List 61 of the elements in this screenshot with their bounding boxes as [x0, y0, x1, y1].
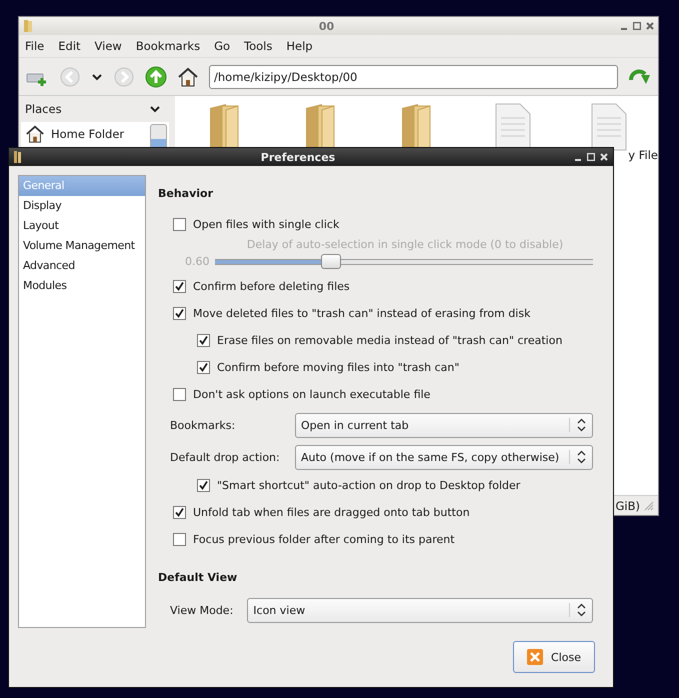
- document-icon[interactable]: [590, 102, 628, 152]
- checkbox-label[interactable]: Erase files on removable media instead of "trash can" creation: [217, 334, 562, 347]
- field-label: Default drop action:: [170, 450, 281, 464]
- checkbox-label[interactable]: Open files with single click: [193, 218, 340, 231]
- category-item[interactable]: Display: [19, 196, 145, 216]
- section-heading: Behavior: [158, 187, 214, 202]
- slider-caption: Delay of auto-selection in single click mode (0 to disable): [246, 238, 564, 251]
- up-down-arrows-icon: [569, 450, 586, 464]
- menu-item[interactable]: Help: [286, 39, 313, 53]
- file-name: y File: [628, 148, 658, 162]
- dropdown[interactable]: Auto (move if on the same FS, copy otherwise): [295, 444, 593, 470]
- caret-icon[interactable]: [149, 104, 161, 114]
- window-title: 00: [318, 20, 336, 32]
- status-text: GiB): [616, 498, 640, 512]
- menu-item[interactable]: Tools: [244, 39, 272, 53]
- category-item[interactable]: Volume Management: [19, 236, 145, 256]
- menu-item[interactable]: View: [94, 39, 122, 53]
- close-icon[interactable]: [646, 22, 654, 30]
- checkbox[interactable]: [173, 533, 186, 546]
- resize-grip-icon[interactable]: [644, 500, 654, 510]
- field-label: View Mode:: [170, 604, 234, 616]
- window-app-icon: [23, 19, 33, 33]
- close-button[interactable]: Close: [513, 641, 595, 673]
- home-icon[interactable]: [177, 66, 199, 88]
- checkbox[interactable]: [173, 307, 186, 320]
- checkbox-label[interactable]: Unfold tab when files are dragged onto tab button: [193, 506, 470, 519]
- slider-value: 0.60: [185, 255, 210, 268]
- category-item[interactable]: Modules: [19, 276, 145, 296]
- dropdown[interactable]: Icon view: [247, 598, 593, 622]
- checkbox[interactable]: [173, 218, 186, 231]
- checkbox[interactable]: [173, 388, 186, 401]
- checkbox-label[interactable]: Confirm before moving files into "trash can": [217, 361, 460, 374]
- places-title: Places: [25, 102, 62, 116]
- checkbox[interactable]: [197, 361, 210, 374]
- checkbox[interactable]: [173, 280, 186, 293]
- maximize-icon[interactable]: [633, 22, 641, 30]
- category-item[interactable]: Advanced: [19, 256, 145, 276]
- close-x-icon: [527, 649, 544, 665]
- location-field[interactable]: /home/kizipy/Desktop/00: [209, 64, 618, 88]
- checkbox[interactable]: [197, 334, 210, 347]
- checkbox[interactable]: [197, 479, 210, 492]
- menu-item[interactable]: Bookmarks: [136, 39, 200, 53]
- section-heading: Default View: [158, 571, 238, 586]
- field-label: Bookmarks:: [170, 418, 236, 432]
- checkbox-label[interactable]: Move deleted files to "trash can" instead of erasing from disk: [193, 307, 530, 320]
- menu-item[interactable]: Edit: [58, 39, 81, 53]
- checkbox-label[interactable]: Confirm before deleting files: [193, 280, 350, 293]
- menu-item[interactable]: Go: [214, 39, 230, 53]
- up-down-arrows-icon: [569, 418, 586, 432]
- category-item[interactable]: Layout: [19, 216, 145, 236]
- home-icon: [25, 124, 45, 144]
- window-app-icon: [14, 151, 22, 163]
- checkbox-label[interactable]: "Smart shortcut" auto-action on drop to Desktop folder: [217, 479, 520, 492]
- place-item[interactable]: Home Folder: [21, 122, 148, 146]
- dialog-title: Preferences: [260, 150, 336, 164]
- checkbox[interactable]: [173, 506, 186, 519]
- checkbox-label[interactable]: Focus previous folder after coming to its parent: [193, 533, 455, 546]
- checkbox-label[interactable]: Don't ask options on launch executable file: [193, 388, 430, 401]
- up-down-arrows-icon: [569, 603, 586, 617]
- menu-item[interactable]: File: [25, 39, 44, 53]
- dropdown[interactable]: Open in current tab: [295, 412, 593, 438]
